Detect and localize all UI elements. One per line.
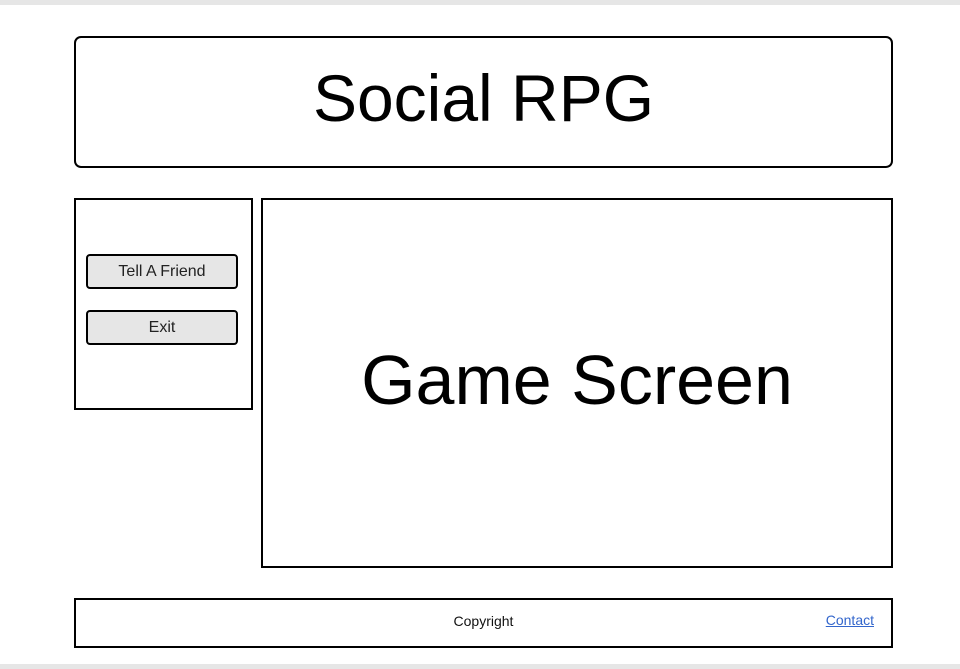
site-header: Social RPG — [74, 36, 893, 168]
top-edge-strip — [0, 0, 960, 5]
bottom-edge-strip — [0, 664, 960, 669]
site-footer: Copyright Contact — [74, 598, 893, 648]
game-screen[interactable]: Game Screen — [261, 198, 893, 568]
sidebar: Tell A Friend Exit — [74, 198, 253, 410]
contact-link[interactable]: Contact — [826, 612, 874, 628]
exit-button[interactable]: Exit — [86, 310, 238, 345]
tell-a-friend-button[interactable]: Tell A Friend — [86, 254, 238, 289]
copyright-text: Copyright — [453, 613, 514, 629]
game-screen-label: Game Screen — [361, 341, 793, 419]
page-title: Social RPG — [312, 61, 655, 135]
